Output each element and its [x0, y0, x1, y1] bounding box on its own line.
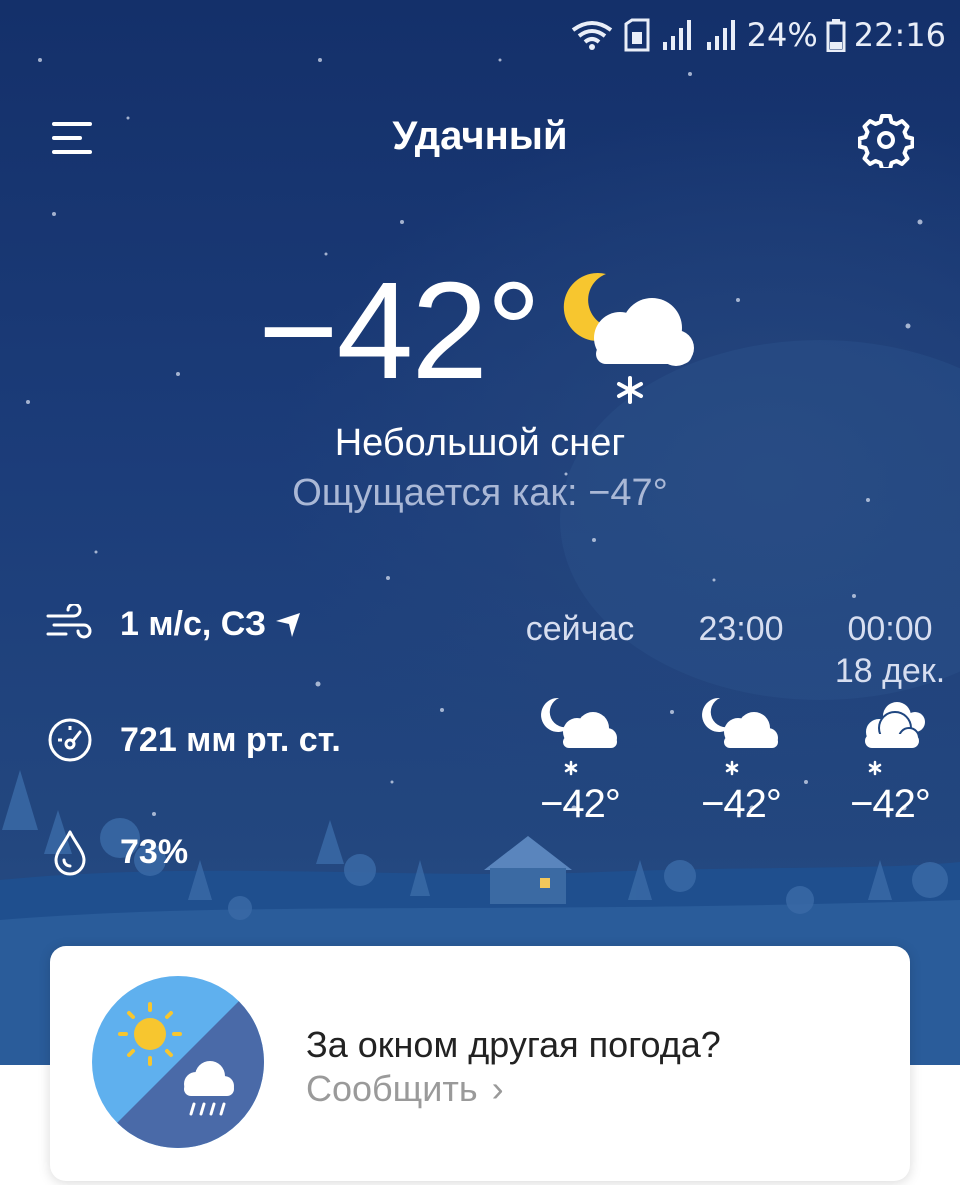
pressure-value: 721 мм рт. ст. — [120, 720, 341, 759]
hourly-date — [666, 650, 816, 692]
humidity-drop-icon — [54, 830, 86, 876]
wind-direction-arrow-icon — [276, 613, 301, 637]
hourly-time: 23:00 — [698, 610, 784, 648]
pressure-gauge-icon — [48, 718, 92, 762]
hourly-time: 00:00 — [847, 610, 933, 648]
pressure-row: 721 мм рт. ст. — [46, 716, 341, 764]
hourly-temp: −42° — [701, 782, 782, 826]
sun-rain-illustration — [92, 976, 264, 1148]
house-illustration — [484, 836, 572, 904]
feels-like-text: Ощущается как: −47° — [292, 472, 668, 514]
chevron-right-icon: › — [491, 1068, 504, 1109]
hourly-date — [505, 650, 655, 692]
condition-text: Небольшой снег — [334, 422, 626, 464]
battery-percentage: 24% — [746, 16, 818, 54]
weather-background — [0, 0, 960, 1065]
humidity-row: 73% — [46, 828, 188, 876]
city-title[interactable]: Удачный — [0, 114, 960, 159]
winter-scene-illustration — [0, 58, 960, 1065]
cloud-snow-icon — [864, 702, 925, 776]
moon-cloud-snow-icon — [541, 697, 617, 776]
hourly-item-0000[interactable]: 00:00 18 дек. −42° — [815, 608, 960, 827]
current-temperature: −42° — [258, 254, 541, 408]
hourly-item-2300[interactable]: 23:00 −42° — [666, 608, 816, 827]
sim-icon — [624, 18, 650, 52]
hourly-temp: −42° — [850, 782, 931, 826]
wind-icon — [46, 604, 92, 639]
signal-icon — [706, 20, 735, 50]
humidity-value: 73% — [120, 832, 189, 871]
wind-row: 1 м/с, СЗ — [46, 604, 302, 644]
moon-cloud-snow-icon — [563, 272, 694, 404]
weather-feedback-card[interactable]: За окном другая погода? Сообщить › — [50, 946, 910, 1181]
settings-button[interactable] — [857, 112, 915, 171]
feedback-question: За окном другая погода? — [306, 1024, 721, 1065]
clock: 22:16 — [853, 16, 946, 54]
wind-value: 1 м/с, СЗ — [120, 604, 267, 643]
battery-icon — [826, 19, 846, 52]
gear-icon — [857, 114, 915, 171]
wifi-icon — [571, 21, 612, 50]
hourly-temp: −42° — [540, 782, 621, 826]
status-bar: 24% 22:16 — [569, 10, 946, 60]
hourly-date: 18 дек. — [834, 652, 946, 690]
signal-icon — [662, 20, 691, 50]
report-link[interactable]: Сообщить › — [306, 1068, 504, 1110]
hourly-item-now[interactable]: сейчас −42° — [505, 608, 655, 827]
hourly-time: сейчас — [525, 610, 635, 648]
moon-cloud-snow-icon — [702, 697, 778, 776]
report-label: Сообщить — [306, 1068, 478, 1109]
